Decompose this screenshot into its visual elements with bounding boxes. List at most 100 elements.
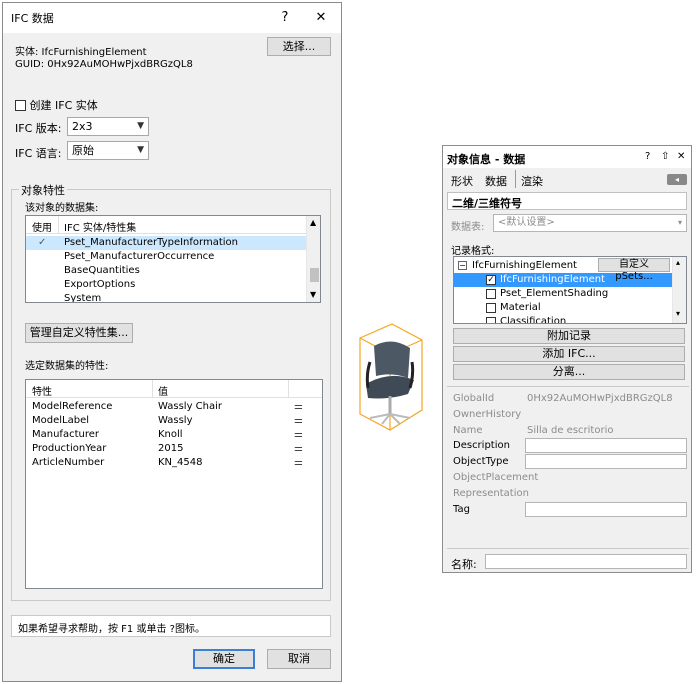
property-row[interactable]: ModelReference Wassly Chair ⚌ xyxy=(26,400,322,414)
sliders-icon[interactable]: ⚌ xyxy=(294,428,303,442)
tree-item[interactable]: Classification xyxy=(454,315,672,323)
ok-button[interactable]: 确定 xyxy=(193,649,255,669)
tab-shape[interactable]: 形状 xyxy=(451,173,473,189)
description-field[interactable] xyxy=(525,438,687,453)
cancel-button[interactable]: 取消 xyxy=(267,649,331,669)
scroll-up-icon[interactable]: ▴ xyxy=(676,258,680,267)
property-row[interactable]: ProductionYear 2015 ⚌ xyxy=(26,442,322,456)
object-properties-legend: 对象特性 xyxy=(19,182,67,198)
tree-scrollbar[interactable]: ▴ ▾ xyxy=(672,257,686,323)
tree-item-label: Pset_ElementShading xyxy=(500,288,609,299)
property-row[interactable]: ArticleNumber KN_4548 ⚌ xyxy=(26,456,322,470)
tab-render[interactable]: 渲染 xyxy=(521,173,543,189)
properties-table: 特性 值 ModelReference Wassly Chair ⚌ Model… xyxy=(25,379,323,589)
palette-menu-icon[interactable]: ◂ xyxy=(667,174,687,185)
checkbox-icon[interactable] xyxy=(486,303,496,313)
create-entity-checkbox[interactable]: 创建 IFC 实体 xyxy=(15,97,98,113)
record-format-label: 记录格式: xyxy=(451,246,495,257)
create-entity-checkbox-box[interactable] xyxy=(15,99,26,111)
dataset-row[interactable]: Pset_ManufacturerOccurrence xyxy=(26,250,306,264)
datasets-header: 使用 IFC 实体/特性集 xyxy=(26,216,306,234)
name-field[interactable] xyxy=(485,554,687,569)
create-entity-label: 创建 IFC 实体 xyxy=(29,99,98,112)
palette-title: 对象信息 - 数据 xyxy=(447,153,526,166)
ifc-data-dialog: IFC 数据 ? ✕ 实体: IfcFurnishingElement GUID… xyxy=(2,2,342,682)
sliders-icon[interactable]: ⚌ xyxy=(294,414,303,428)
palette-tabs: 形状 数据 渲染 ◂ xyxy=(447,170,691,190)
col-entity[interactable]: IFC 实体/特性集 xyxy=(64,219,136,234)
objecttype-field[interactable] xyxy=(525,454,687,469)
entity-label: 实体: IfcFurnishingElement xyxy=(15,47,147,58)
collapse-icon[interactable]: − xyxy=(458,261,467,270)
checkbox-icon[interactable] xyxy=(486,289,496,299)
ifc-version-select[interactable]: 2x3 ▼ xyxy=(67,117,149,136)
close-icon[interactable]: ✕ xyxy=(311,8,331,28)
field-label-ownerhistory: OwnerHistory xyxy=(453,409,522,420)
help-icon[interactable]: ? xyxy=(645,151,650,162)
scroll-up-icon[interactable]: ▲ xyxy=(310,218,316,227)
check-icon[interactable]: ✓ xyxy=(38,236,46,250)
datasets-list: 使用 IFC 实体/特性集 ✓ Pset_ManufacturerTypeInf… xyxy=(25,215,321,303)
col-use[interactable]: 使用 xyxy=(32,219,52,234)
add-ifc-button[interactable]: 添加 IFC... xyxy=(453,346,685,362)
property-name: ModelLabel xyxy=(32,415,90,426)
sliders-icon[interactable]: ⚌ xyxy=(294,400,303,414)
scroll-thumb[interactable] xyxy=(310,268,319,282)
col-property[interactable]: 特性 xyxy=(32,383,52,398)
property-value: Wassly xyxy=(158,415,193,426)
property-row[interactable]: ModelLabel Wassly ⚌ xyxy=(26,414,322,428)
datasets-scrollbar[interactable]: ▲ ▼ xyxy=(306,216,320,302)
sliders-icon[interactable]: ⚌ xyxy=(294,456,303,470)
help-text: 如果希望寻求帮助，按 F1 或单击 ?图标。 xyxy=(11,615,331,637)
custom-psets-button[interactable]: 自定义 pSets... xyxy=(598,258,670,282)
detach-button[interactable]: 分离... xyxy=(453,364,685,380)
ifc-language-value: 原始 xyxy=(72,144,94,157)
col-value[interactable]: 值 xyxy=(158,383,168,398)
divider xyxy=(447,386,689,387)
select-button[interactable]: 选择... xyxy=(267,37,331,56)
symbol-header: 二维/三维符号 xyxy=(447,192,687,210)
scroll-down-icon[interactable]: ▼ xyxy=(310,290,316,299)
property-name: ModelReference xyxy=(32,401,113,412)
tab-data[interactable]: 数据 xyxy=(485,173,507,189)
scroll-down-icon[interactable]: ▾ xyxy=(676,309,680,318)
dataset-name: Pset_ManufacturerTypeInformation xyxy=(64,237,238,248)
help-icon[interactable]: ? xyxy=(275,8,295,28)
dataset-name: Pset_ManufacturerOccurrence xyxy=(64,251,215,262)
pin-icon[interactable]: ⇧ xyxy=(661,151,669,162)
property-value: 2015 xyxy=(158,443,184,454)
dataset-row[interactable]: ✓ Pset_ManufacturerTypeInformation xyxy=(26,236,306,250)
dataset-row[interactable]: System xyxy=(26,292,306,303)
ifc-version-label: IFC 版本: xyxy=(15,122,62,135)
property-value: KN_4548 xyxy=(158,457,203,468)
field-label-description: Description xyxy=(453,440,510,451)
properties-header: 特性 值 xyxy=(26,380,322,398)
chevron-down-icon: ▾ xyxy=(677,218,682,227)
dataset-name: ExportOptions xyxy=(64,279,136,290)
tag-field[interactable] xyxy=(525,502,687,517)
dataset-row[interactable]: ExportOptions xyxy=(26,278,306,292)
property-row[interactable]: Manufacturer Knoll ⚌ xyxy=(26,428,322,442)
close-icon[interactable]: ✕ xyxy=(677,151,685,162)
tab-divider xyxy=(515,170,516,188)
dataset-label: 数据表: xyxy=(451,222,485,233)
dataset-row[interactable]: BaseQuantities xyxy=(26,264,306,278)
field-value-globalid: 0Hx92AuMOHwPjxdBRGzQL8 xyxy=(527,393,673,404)
manage-custom-psets-button[interactable]: 管理自定义特性集... xyxy=(25,323,133,343)
chevron-down-icon: ▼ xyxy=(137,145,144,155)
guid-label: GUID: 0Hx92AuMOHwPjxdBRGzQL8 xyxy=(15,59,193,70)
col-divider xyxy=(58,216,59,234)
attach-record-button[interactable]: 附加记录 xyxy=(453,328,685,344)
tree-item[interactable]: Pset_ElementShading xyxy=(454,287,672,301)
dataset-name: System xyxy=(64,293,102,303)
field-label-representation: Representation xyxy=(453,488,529,499)
checkbox-icon[interactable] xyxy=(486,317,496,323)
checkbox-checked-icon[interactable]: ✓ xyxy=(486,275,496,285)
ifc-version-value: 2x3 xyxy=(72,120,93,133)
dataset-select[interactable]: <默认设置> ▾ xyxy=(493,214,687,232)
field-label-objectplacement: ObjectPlacement xyxy=(453,472,539,483)
tree-item[interactable]: Material xyxy=(454,301,672,315)
sliders-icon[interactable]: ⚌ xyxy=(294,442,303,456)
ifc-language-select[interactable]: 原始 ▼ xyxy=(67,141,149,160)
chevron-down-icon: ▼ xyxy=(137,121,144,131)
